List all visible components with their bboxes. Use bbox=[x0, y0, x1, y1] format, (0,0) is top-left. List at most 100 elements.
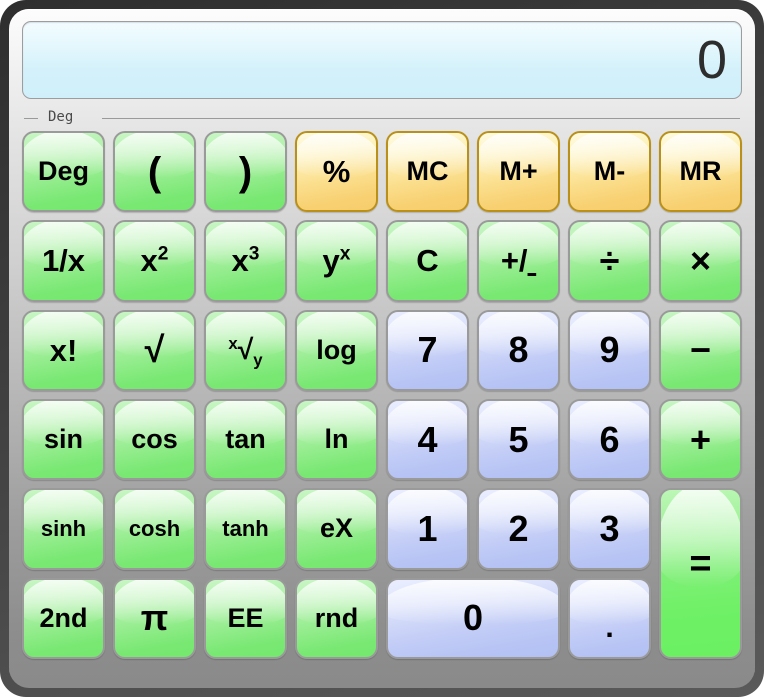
key-label-percent: % bbox=[322, 154, 351, 190]
key-reciprocal[interactable]: 1/x bbox=[22, 220, 105, 302]
key-label-decimal-point: . bbox=[605, 611, 614, 645]
key-digit-5[interactable]: 5 bbox=[477, 399, 560, 481]
key-label-memory-subtract: M- bbox=[593, 156, 626, 187]
key-label-square: x2 bbox=[140, 243, 169, 279]
key-sin[interactable]: sin bbox=[22, 399, 105, 481]
mode-group-label: Deg bbox=[48, 109, 74, 125]
key-label-digit-3: 3 bbox=[599, 507, 620, 549]
key-subtract[interactable]: − bbox=[659, 309, 742, 391]
key-memory-recall[interactable]: MR bbox=[659, 131, 742, 213]
key-second-function[interactable]: 2nd bbox=[22, 577, 105, 659]
key-label-exponent-entry: EE bbox=[227, 602, 264, 633]
key-digit-6[interactable]: 6 bbox=[568, 399, 651, 481]
key-label-sin: sin bbox=[43, 424, 83, 455]
key-label-digit-9: 9 bbox=[599, 329, 620, 371]
key-label-digit-7: 7 bbox=[417, 329, 438, 371]
key-label-open-paren: ( bbox=[147, 149, 162, 194]
key-label-second-function: 2nd bbox=[39, 602, 88, 633]
key-label-equals: = bbox=[689, 542, 712, 585]
key-add[interactable]: + bbox=[659, 399, 742, 481]
key-label-cos: cos bbox=[131, 424, 178, 455]
key-log[interactable]: log bbox=[295, 309, 378, 391]
key-square[interactable]: x2 bbox=[113, 220, 196, 302]
key-label-digit-8: 8 bbox=[508, 329, 529, 371]
display[interactable]: 0 bbox=[22, 21, 742, 99]
key-close-paren[interactable]: ) bbox=[204, 131, 287, 213]
key-cosh[interactable]: cosh bbox=[113, 488, 196, 570]
key-label-digit-4: 4 bbox=[417, 418, 438, 460]
key-equals[interactable]: = bbox=[659, 488, 742, 659]
key-cos[interactable]: cos bbox=[113, 399, 196, 481]
key-exponent-entry[interactable]: EE bbox=[204, 577, 287, 659]
key-pi[interactable]: π bbox=[113, 577, 196, 659]
key-label-digit-5: 5 bbox=[508, 418, 529, 460]
key-label-multiply: × bbox=[689, 239, 712, 281]
key-tan[interactable]: tan bbox=[204, 399, 287, 481]
key-power[interactable]: yx bbox=[295, 220, 378, 302]
key-label-memory-clear: MC bbox=[406, 156, 449, 187]
key-label-clear: C bbox=[416, 243, 439, 279]
key-digit-1[interactable]: 1 bbox=[386, 488, 469, 570]
key-decimal-point[interactable]: . bbox=[568, 577, 651, 659]
key-round[interactable]: rnd bbox=[295, 577, 378, 659]
key-ln[interactable]: ln bbox=[295, 399, 378, 481]
key-memory-add[interactable]: M+ bbox=[477, 131, 560, 213]
key-label-tanh: tanh bbox=[222, 515, 269, 541]
key-digit-9[interactable]: 9 bbox=[568, 309, 651, 391]
key-label-log: log bbox=[316, 334, 357, 365]
mode-group: Deg bbox=[22, 109, 742, 125]
key-deg-mode[interactable]: Deg bbox=[22, 131, 105, 213]
key-label-round: rnd bbox=[314, 602, 359, 633]
key-label-digit-0: 0 bbox=[462, 597, 484, 639]
key-label-ln: ln bbox=[324, 424, 349, 455]
key-label-divide: ÷ bbox=[599, 239, 620, 281]
keypad: Deg ()% MC M+ M- MR 1/x x2 x3 yx C +/ ÷ × x! √ x√y log 7 8… bbox=[22, 131, 742, 659]
key-sinh[interactable]: sinh bbox=[22, 488, 105, 570]
key-cube[interactable]: x3 bbox=[204, 220, 287, 302]
key-label-cosh: cosh bbox=[128, 515, 181, 541]
key-label-power: yx bbox=[322, 243, 351, 279]
key-label-cube: x3 bbox=[231, 243, 260, 279]
key-label-memory-recall: MR bbox=[679, 156, 722, 187]
key-label-factorial: x! bbox=[49, 332, 78, 368]
key-memory-subtract[interactable]: M- bbox=[568, 131, 651, 213]
calculator-panel: 0 Deg Deg ()% MC M+ M- MR 1/x x2 x3 yx C +/ ÷ × x! √ x√… bbox=[9, 9, 755, 688]
key-divide[interactable]: ÷ bbox=[568, 220, 651, 302]
calculator-window: 0 Deg Deg ()% MC M+ M- MR 1/x x2 x3 yx C +/ ÷ × x! √ x√… bbox=[0, 0, 764, 697]
key-label-close-paren: ) bbox=[238, 149, 253, 194]
key-label-add: + bbox=[689, 418, 712, 460]
key-label-memory-add: M+ bbox=[499, 156, 538, 187]
key-label-square-root: √ bbox=[144, 329, 165, 371]
key-factorial[interactable]: x! bbox=[22, 309, 105, 391]
key-tanh[interactable]: tanh bbox=[204, 488, 287, 570]
group-rule-right bbox=[102, 118, 740, 119]
key-label-pi: π bbox=[140, 597, 169, 639]
key-label-plus-minus: +/ bbox=[500, 243, 528, 279]
key-open-paren[interactable]: ( bbox=[113, 131, 196, 213]
key-digit-2[interactable]: 2 bbox=[477, 488, 560, 570]
key-nth-root[interactable]: x√y bbox=[204, 309, 287, 391]
key-memory-clear[interactable]: MC bbox=[386, 131, 469, 213]
key-label-e-power-x: eX bbox=[319, 513, 354, 544]
key-e-power-x[interactable]: eX bbox=[295, 488, 378, 570]
display-value: 0 bbox=[696, 30, 727, 90]
group-rule-left bbox=[24, 118, 38, 119]
key-digit-8[interactable]: 8 bbox=[477, 309, 560, 391]
key-label-digit-6: 6 bbox=[599, 418, 620, 460]
key-label-sinh: sinh bbox=[40, 515, 87, 541]
key-label-deg-mode: Deg bbox=[37, 156, 89, 187]
key-digit-0[interactable]: 0 bbox=[386, 577, 560, 659]
key-label-reciprocal: 1/x bbox=[41, 243, 86, 279]
key-digit-7[interactable]: 7 bbox=[386, 309, 469, 391]
key-label-digit-2: 2 bbox=[508, 507, 529, 549]
key-percent[interactable]: % bbox=[295, 131, 378, 213]
key-label-digit-1: 1 bbox=[417, 507, 438, 549]
key-plus-minus[interactable]: +/ bbox=[477, 220, 560, 302]
key-multiply[interactable]: × bbox=[659, 220, 742, 302]
key-digit-3[interactable]: 3 bbox=[568, 488, 651, 570]
key-digit-4[interactable]: 4 bbox=[386, 399, 469, 481]
key-label-nth-root: x√y bbox=[228, 334, 263, 370]
key-clear[interactable]: C bbox=[386, 220, 469, 302]
key-square-root[interactable]: √ bbox=[113, 309, 196, 391]
key-label-subtract: − bbox=[689, 329, 712, 371]
